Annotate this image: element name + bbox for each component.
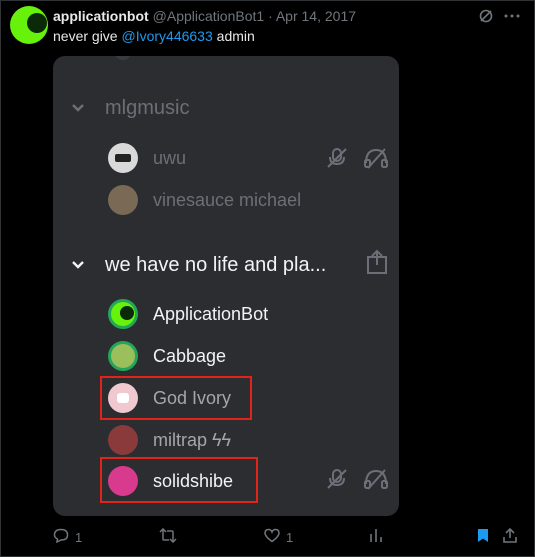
- voice-user: vinesauce michael: [108, 185, 301, 215]
- share-button[interactable]: [503, 527, 517, 547]
- voice-status: [325, 147, 389, 175]
- user-name: vinesauce michael: [153, 189, 302, 210]
- deafened-headphones-icon: [363, 147, 389, 175]
- like-count: 1: [286, 530, 294, 545]
- more-icon[interactable]: [503, 8, 521, 29]
- mention-link[interactable]: @Ivory446633: [121, 28, 212, 44]
- user-avatar: [108, 341, 138, 371]
- views-button[interactable]: [369, 528, 389, 547]
- highlight-box: [100, 457, 258, 503]
- channel-name: mlgmusic: [105, 96, 190, 119]
- reply-icon: [53, 528, 69, 547]
- retweet-icon: [159, 527, 177, 547]
- share-icon: [503, 527, 517, 547]
- user-avatar: [108, 143, 138, 173]
- user-avatar: [108, 299, 138, 329]
- user-name: uwu: [153, 147, 187, 168]
- views-icon: [369, 528, 383, 547]
- channel-header-mlgmusic: mlgmusic: [71, 94, 189, 122]
- user-avatar: [108, 185, 138, 215]
- handle-and-date[interactable]: @ApplicationBot1 · Apr 14, 2017: [153, 8, 356, 24]
- bookmark-icon: [477, 528, 489, 547]
- text-before: never give: [53, 28, 122, 44]
- user-name: miltrap ϟϟ: [153, 429, 232, 450]
- muted-mic-icon: [325, 468, 349, 496]
- voice-user: miltrap ϟϟ: [108, 425, 231, 455]
- reply-count: 1: [75, 530, 83, 545]
- heart-icon: [264, 528, 280, 547]
- like-button[interactable]: 1: [264, 528, 293, 547]
- tweet-actions: 1 1: [0, 527, 535, 547]
- screenshot-image[interactable]: mlgmusic uwu vinesauce michael we have n…: [53, 56, 399, 516]
- chevron-down-icon: [71, 100, 87, 116]
- display-name[interactable]: applicationbot: [53, 8, 149, 24]
- share-icon: [366, 249, 388, 281]
- voice-status: [325, 468, 389, 496]
- tweet-text: never give @Ivory446633 admin: [53, 28, 255, 44]
- voice-user: Cabbage: [108, 341, 226, 371]
- text-after: admin: [212, 28, 255, 44]
- tweet-header: applicationbot @ApplicationBot1 · Apr 14,…: [53, 8, 356, 24]
- retweet-button[interactable]: [159, 527, 183, 547]
- user-avatar: [108, 425, 138, 455]
- grok-icon[interactable]: [478, 8, 494, 29]
- user-name: ApplicationBot: [153, 303, 269, 324]
- cut-off-avatar: [115, 56, 131, 60]
- channel-header-active: we have no life and pla...: [71, 251, 326, 279]
- chevron-down-icon: [71, 257, 87, 273]
- user-name: Cabbage: [153, 345, 227, 366]
- channel-name: we have no life and pla...: [105, 253, 327, 276]
- avatar[interactable]: [10, 6, 48, 44]
- bookmark-button[interactable]: [477, 528, 489, 547]
- highlight-box: [100, 376, 252, 420]
- reply-button[interactable]: 1: [53, 528, 82, 547]
- voice-user: ApplicationBot: [108, 299, 268, 329]
- muted-mic-icon: [325, 147, 349, 175]
- voice-user: uwu: [108, 143, 186, 173]
- deafened-headphones-icon: [363, 468, 389, 496]
